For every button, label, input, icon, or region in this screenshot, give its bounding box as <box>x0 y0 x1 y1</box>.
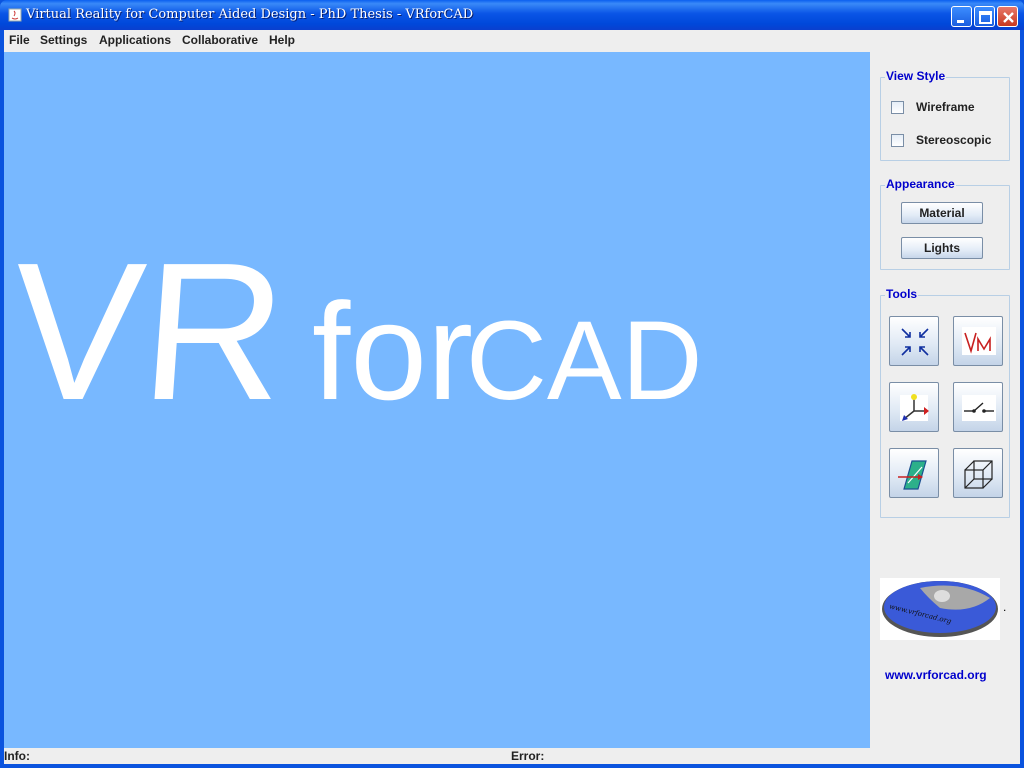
minimize-icon <box>957 20 964 23</box>
status-bar: Info: Error: <box>4 748 1020 764</box>
tools-title: Tools <box>885 287 919 301</box>
error-label: Error: <box>511 749 545 763</box>
section-plane-icon <box>898 460 927 490</box>
maximize-button[interactable] <box>974 6 995 27</box>
side-panel: View Style Wireframe Stereoscopic Appear… <box>870 52 1020 748</box>
wireframe-label: Wireframe <box>916 100 975 114</box>
big-text-cad: CAD <box>466 298 702 423</box>
3d-viewport[interactable]: VR for CAD <box>4 52 870 748</box>
close-icon <box>1003 12 1014 23</box>
appearance-group: Appearance Material Lights <box>880 177 1010 270</box>
view-style-group: View Style Wireframe Stereoscopic <box>880 69 1010 161</box>
client-area: File Settings Applications Collaborative… <box>4 30 1020 764</box>
vrforcad-3d-text: VR for CAD <box>5 221 703 441</box>
switch-button[interactable] <box>953 382 1003 432</box>
java-app-icon <box>8 8 22 22</box>
website-link[interactable]: www.vrforcad.org <box>885 668 987 682</box>
window-title: Virtual Reality for Computer Aided Desig… <box>26 7 474 22</box>
lights-button[interactable]: Lights <box>901 237 983 259</box>
appearance-title: Appearance <box>885 177 956 191</box>
big-text-vr: VR <box>5 221 293 441</box>
menu-settings[interactable]: Settings <box>40 33 87 47</box>
menu-bar: File Settings Applications Collaborative… <box>4 30 1020 52</box>
material-button[interactable]: Material <box>901 202 983 224</box>
bounding-box-icon <box>964 460 993 489</box>
minimize-button[interactable] <box>951 6 972 27</box>
menu-file[interactable]: File <box>9 33 30 47</box>
app-window: Virtual Reality for Computer Aided Desig… <box>0 0 1024 768</box>
menu-applications[interactable]: Applications <box>99 33 171 47</box>
axes-icon <box>900 394 929 421</box>
switch-icon <box>962 395 996 421</box>
logo-disc-image: www.vrforcad.org <box>882 581 998 637</box>
menu-help[interactable]: Help <box>269 33 295 47</box>
close-button[interactable] <box>997 6 1018 27</box>
zoom-fit-button[interactable] <box>889 316 939 366</box>
stereoscopic-checkbox-row[interactable]: Stereoscopic <box>891 131 991 149</box>
vrforcad-logo: www.vrforcad.org <box>880 578 1000 640</box>
stereoscopic-label: Stereoscopic <box>916 133 992 147</box>
vm-icon <box>962 327 996 355</box>
big-text-for: for <box>312 275 473 429</box>
zoom-fit-icon <box>901 328 929 356</box>
tools-group: Tools <box>880 287 1010 518</box>
logo-dot: . <box>1003 600 1007 614</box>
stereoscopic-checkbox[interactable] <box>891 133 904 147</box>
section-plane-button[interactable] <box>889 448 939 498</box>
title-bar[interactable]: Virtual Reality for Computer Aided Desig… <box>0 0 1024 30</box>
vm-button[interactable] <box>953 316 1003 366</box>
axes-button[interactable] <box>889 382 939 432</box>
wireframe-checkbox[interactable] <box>891 100 904 114</box>
info-label: Info: <box>4 749 30 763</box>
bounding-box-button[interactable] <box>953 448 1003 498</box>
wireframe-checkbox-row[interactable]: Wireframe <box>891 98 975 116</box>
maximize-icon <box>979 11 992 24</box>
menu-collaborative[interactable]: Collaborative <box>182 33 258 47</box>
view-style-title: View Style <box>885 69 947 83</box>
